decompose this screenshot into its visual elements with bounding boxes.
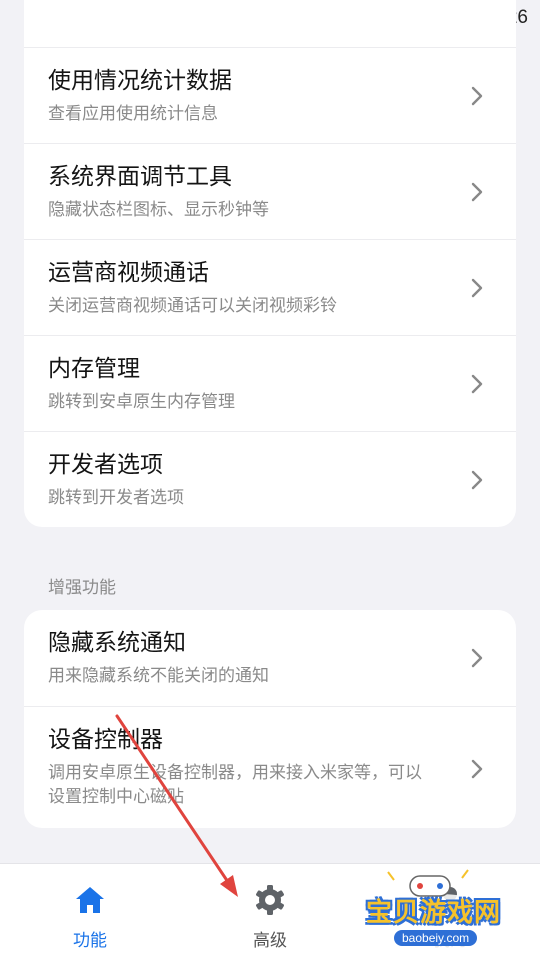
chevron-right-icon [470,648,484,668]
item-subtitle: 跳转到安卓原生内存管理 [48,392,235,412]
item-subtitle: 隐藏状态栏图标、显示秒钟等 [48,200,269,220]
item-title: 开发者选项 [48,452,163,478]
section-label-enhance: 增强功能 [48,578,116,598]
list-item-system-ui-tuner[interactable]: 系统界面调节工具 隐藏状态栏图标、显示秒钟等 [24,143,516,239]
item-title: 内存管理 [48,356,140,382]
list-item-hide-system-notifications[interactable]: 隐藏系统通知 用来隐藏系统不能关闭的通知 [24,610,516,706]
features-card: 使用情况统计数据 查看应用使用统计信息 系统界面调节工具 隐藏状态栏图标、显示秒… [24,0,516,527]
item-subtitle: 查看应用使用统计信息 [48,104,218,124]
watermark-url: baobeiy.com [394,930,478,946]
chevron-right-icon [470,278,484,298]
item-subtitle: 关闭运营商视频通话可以关闭视频彩铃 [48,296,337,316]
item-subtitle: 用来隐藏系统不能关闭的通知 [48,666,269,686]
list-item-memory-management[interactable]: 内存管理 跳转到安卓原生内存管理 [24,335,516,431]
watermark-text: 宝贝游戏网 [366,898,502,928]
chevron-right-icon [470,759,484,779]
nav-label: 高级 [253,931,287,951]
item-title: 设备控制器 [48,727,163,753]
list-item-device-controls[interactable]: 设备控制器 调用安卓原生设备控制器，用来接入米家等，可以设置控制中心磁贴 [24,706,516,828]
nav-tab-advanced[interactable]: 高级 [180,864,360,960]
enhance-card: 隐藏系统通知 用来隐藏系统不能关闭的通知 设备控制器 调用安卓原生设备控制器，用… [24,610,516,828]
watermark-logo: 宝贝游戏网 baobeiy.com [358,866,518,956]
item-subtitle: 跳转到开发者选项 [48,488,184,508]
item-title: 使用情况统计数据 [48,68,232,94]
home-icon [72,882,108,918]
nav-tab-features[interactable]: 功能 [0,864,180,960]
chevron-right-icon [470,470,484,490]
item-title: 系统界面调节工具 [48,164,232,190]
item-title: 运营商视频通话 [48,260,209,286]
chevron-right-icon [470,374,484,394]
chevron-right-icon [470,182,484,202]
item-title: 隐藏系统通知 [48,630,186,656]
list-item-usage-stats[interactable]: 使用情况统计数据 查看应用使用统计信息 [24,47,516,143]
item-subtitle: 调用安卓原生设备控制器，用来接入米家等，可以设置控制中心磁贴 [48,763,422,807]
list-item-developer-options[interactable]: 开发者选项 跳转到开发者选项 [24,431,516,527]
chevron-right-icon [470,86,484,106]
gear-icon [252,882,288,918]
list-item-carrier-video-call[interactable]: 运营商视频通话 关闭运营商视频通话可以关闭视频彩铃 [24,239,516,335]
nav-label: 功能 [73,931,107,951]
